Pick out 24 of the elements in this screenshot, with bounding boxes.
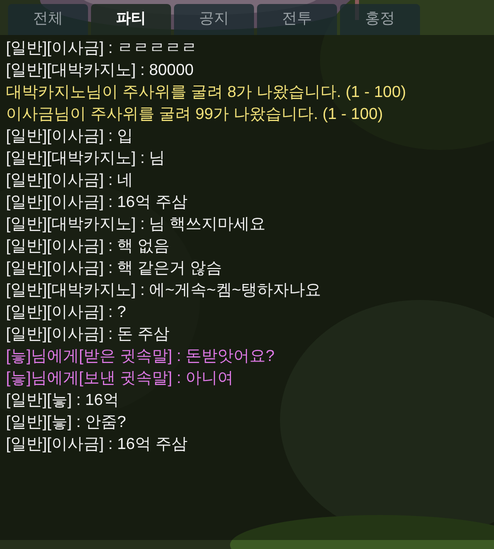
chat-message: [늫]님에게[보낸 귓속말] : 아니여	[6, 369, 234, 389]
chat-message: [일반][이사금] : 핵 같은거 않슴	[6, 259, 222, 279]
chat-message: [일반][이사금] : ㄹㄹㄹㄹㄹ	[6, 39, 198, 59]
chat-message: [일반][늫] : 안줌?	[6, 413, 126, 433]
chat-message: 이사금님이 주사위를 굴려 99가 나왔습니다. (1 - 100)	[6, 105, 383, 125]
chat-message: [일반][이사금] : 16억 주삼	[6, 435, 188, 455]
chat-message: [일반][이사금] : ?	[6, 303, 126, 323]
chat-tab[interactable]: 공지	[174, 4, 254, 35]
chat-tab[interactable]: 파티	[91, 4, 171, 35]
chat-message: [일반][늫] : 16억	[6, 391, 119, 411]
chat-tab[interactable]: 전투	[257, 4, 337, 35]
chat-message: [일반][이사금] : 돈 주삼	[6, 325, 170, 345]
chat-message: [일반][이사금] : 16억 주삼	[6, 193, 188, 213]
chat-tab[interactable]: 전체	[8, 4, 88, 35]
chat-message: [일반][대박카지노] : 80000	[6, 61, 194, 81]
chat-message: [일반][대박카지노] : 에~게속~켐~탱하자나요	[6, 281, 322, 301]
chat-message: 대박카지노님이 주사위를 굴려 8가 나왔습니다. (1 - 100)	[6, 83, 406, 103]
chat-message: [늫]님에게[받은 귓속말] : 돈받앗어요?	[6, 347, 274, 367]
chat-message: [일반][대박카지노] : 님	[6, 149, 166, 169]
chat-message: [일반][이사금] : 핵 없음	[6, 237, 170, 257]
chat-message: [일반][이사금] : 네	[6, 171, 134, 191]
chat-message: [일반][이사금] : 입	[6, 127, 134, 147]
chat-message: [일반][대박카지노] : 님 핵쓰지마세요	[6, 215, 266, 235]
chat-tab[interactable]: 홍정	[340, 4, 420, 35]
